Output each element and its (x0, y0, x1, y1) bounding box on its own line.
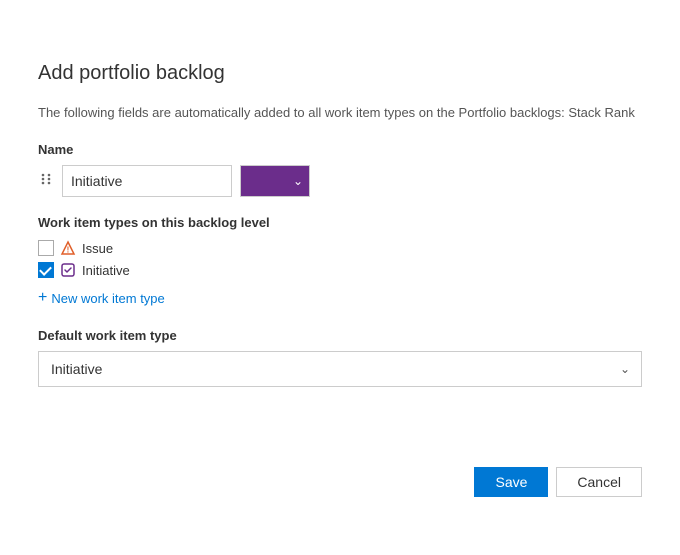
dialog-footer: Save Cancel (38, 467, 642, 497)
default-wi-select[interactable]: Initiative Issue (38, 351, 642, 387)
save-button[interactable]: Save (474, 467, 548, 497)
work-item-checkbox-issue[interactable] (38, 240, 54, 256)
work-item-row-initiative: Initiative (38, 262, 642, 278)
default-wi-label: Default work item type (38, 328, 642, 343)
work-items-section-label: Work item types on this backlog level (38, 215, 642, 230)
work-item-name-initiative: Initiative (82, 263, 130, 278)
dialog-description: The following fields are automatically a… (38, 103, 642, 123)
add-portfolio-backlog-dialog: Add portfolio backlog The following fiel… (10, 34, 670, 522)
name-input[interactable] (62, 165, 232, 197)
work-item-row-issue: ! Issue (38, 240, 642, 256)
work-item-checkbox-initiative[interactable] (38, 262, 54, 278)
plus-icon: + (38, 290, 47, 306)
dialog-title: Add portfolio backlog (38, 62, 642, 85)
color-picker-button[interactable]: ⌄ (240, 165, 310, 197)
add-new-work-item-link[interactable]: + New work item type (38, 290, 165, 306)
drag-handle-icon (38, 171, 54, 192)
svg-text:!: ! (67, 246, 70, 255)
cancel-button[interactable]: Cancel (556, 467, 642, 497)
name-label: Name (38, 142, 642, 157)
work-item-name-issue: Issue (82, 241, 113, 256)
add-new-label: New work item type (51, 291, 164, 306)
initiative-icon (60, 262, 76, 278)
issue-icon: ! (60, 240, 76, 256)
name-row: ⌄ (38, 165, 642, 197)
default-wi-select-wrapper: Initiative Issue ⌄ (38, 351, 642, 387)
color-picker-chevron-icon: ⌄ (293, 174, 303, 188)
work-item-list: ! Issue Initiative (38, 240, 642, 278)
